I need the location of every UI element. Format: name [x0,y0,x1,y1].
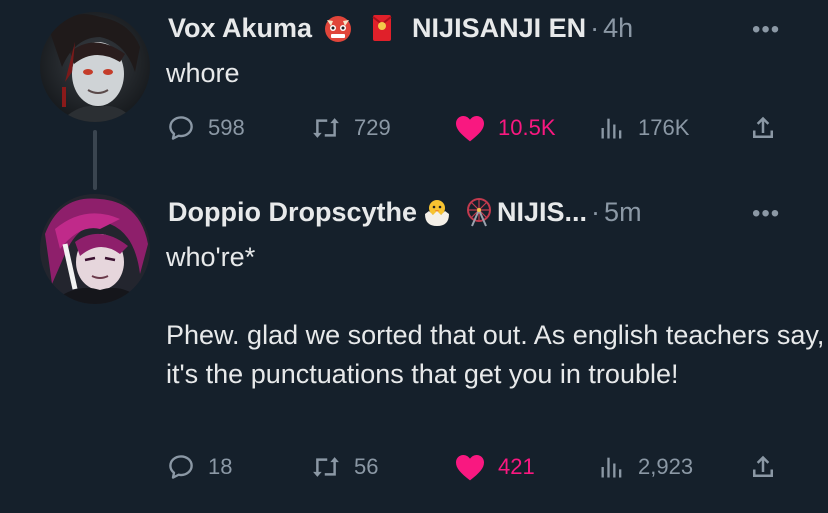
avatar-doppio[interactable] [40,194,150,304]
tweet-doppio[interactable]: Doppio Dropscythe NIJIS... · 5m ••• who'… [0,180,828,513]
oni-mask-emoji [322,12,354,44]
separator-dot: · [590,12,600,43]
tweet-header: Doppio Dropscythe NIJIS... · 5m [168,192,642,232]
red-envelope-emoji [366,12,398,44]
affiliation-label[interactable]: NIJISANJI EN [412,13,586,44]
like-button[interactable]: 421 [454,452,535,482]
retweet-button[interactable]: 56 [310,452,378,482]
timestamp[interactable]: 5m [604,197,642,228]
tweet-actions: 598 729 10.5K 176K [166,108,786,148]
retweet-count: 56 [354,454,379,479]
retweet-button[interactable]: 729 [310,113,391,143]
tweet-vox[interactable]: Vox Akuma NIJISANJI EN · 4h ••• whore 59… [0,0,828,180]
tweet-text: who're* Phew. glad we sorted that out. A… [166,242,825,389]
affiliation-label[interactable]: NIJIS... [497,197,587,228]
retweet-icon [313,118,339,138]
separator-dot: · [591,196,601,227]
like-count: 10.5K [498,115,556,140]
author-name[interactable]: Doppio Dropscythe [168,197,417,228]
heart-filled-icon [456,455,484,481]
avatar-vox[interactable] [40,12,150,122]
author-name[interactable]: Vox Akuma [168,13,312,44]
reply-count: 598 [208,115,245,140]
views-button[interactable]: 176K [598,113,689,143]
view-count: 2,923 [638,454,694,479]
retweet-icon [313,457,339,477]
share-button[interactable] [748,451,778,483]
views-chart-icon [601,457,622,478]
share-button[interactable] [748,112,778,144]
heart-filled-icon [456,116,484,142]
views-button[interactable]: 2,923 [598,452,693,482]
share-icon [753,455,773,477]
tweet-text: whore [166,58,240,88]
more-options-button[interactable]: ••• [752,200,780,228]
tweet-actions: 18 56 421 2,923 [166,450,786,490]
hatching-chick-emoji [421,196,453,228]
share-icon [753,116,773,138]
reply-icon [169,116,193,140]
like-button[interactable]: 10.5K [454,113,556,143]
timestamp[interactable]: 4h [603,13,633,44]
views-chart-icon [601,118,622,139]
reply-button[interactable]: 598 [166,113,245,143]
retweet-count: 729 [354,115,391,140]
ferris-wheel-emoji [463,196,495,228]
reply-count: 18 [208,454,233,479]
reply-icon [169,455,193,479]
tweet-header: Vox Akuma NIJISANJI EN · 4h [168,8,633,48]
more-options-button[interactable]: ••• [752,16,780,44]
reply-button[interactable]: 18 [166,452,232,482]
like-count: 421 [498,454,535,479]
view-count: 176K [638,115,690,140]
